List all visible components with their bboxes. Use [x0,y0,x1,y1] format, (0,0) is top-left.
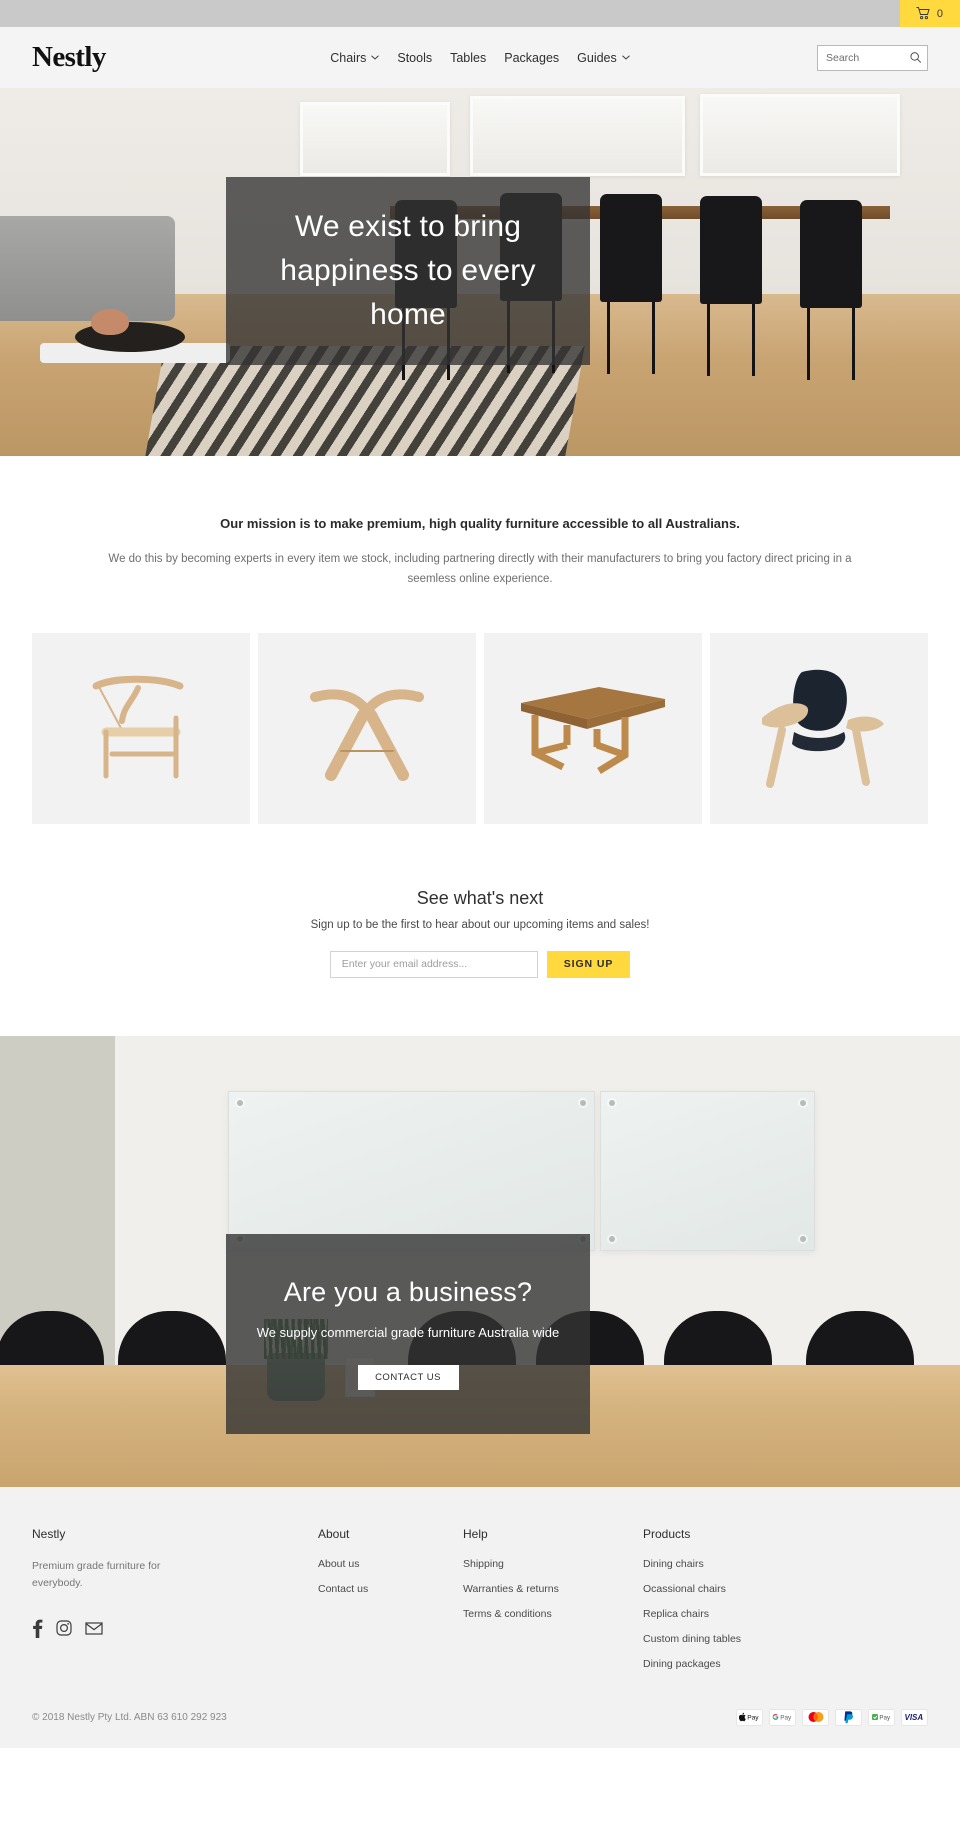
social-links [32,1619,318,1643]
visa-icon: VISA [901,1708,928,1726]
footer-brand-title: Nestly [32,1526,66,1541]
nav-item-stools[interactable]: Stools [397,51,432,65]
payment-methods: Pay Pay Pay VISA [736,1708,928,1726]
footer-column-products: Products Dining chairs Ocassional chairs… [643,1527,823,1683]
business-subtitle: We supply commercial grade furniture Aus… [256,1324,560,1340]
chevron-down-icon [371,55,380,60]
tile-dining-table[interactable] [484,632,702,824]
footer-bottom-bar: © 2018 Nestly Pty Ltd. ABN 63 610 292 92… [0,1682,960,1748]
contact-us-button[interactable]: CONTACT US [357,1364,459,1391]
mission-heading: Our mission is to make premium, high qua… [220,516,740,531]
apple-pay-icon: Pay [736,1708,763,1726]
newsletter-title: See what's next [416,887,544,908]
footer-link-custom-dining-tables[interactable]: Custom dining tables [643,1633,823,1645]
footer-link-terms-conditions[interactable]: Terms & conditions [463,1608,643,1620]
svg-text:VISA: VISA [904,1713,923,1722]
email-input[interactable] [329,950,538,978]
svg-text:Pay: Pay [780,1715,792,1722]
footer-link-dining-chairs[interactable]: Dining chairs [643,1558,823,1570]
cart-count: 0 [936,7,943,20]
search-box[interactable] [817,44,928,71]
footer-link-warranties-returns[interactable]: Warranties & returns [463,1583,643,1595]
footer-link-replica-chairs[interactable]: Replica chairs [643,1608,823,1620]
footer-link-about-us[interactable]: About us [318,1558,463,1570]
footer-link-ocassional-chairs[interactable]: Ocassional chairs [643,1583,823,1595]
footer-column-help: Help Shipping Warranties & returns Terms… [463,1527,643,1683]
shopping-cart-icon [916,7,930,20]
category-tiles [0,590,960,824]
site-header: Nestly Chairs Stools Tables Packages Gui… [0,27,960,88]
cart-button[interactable]: 0 [899,0,960,27]
nav-label: Chairs [330,50,367,65]
newsletter-subtitle: Sign up to be the first to hear about ou… [310,918,650,931]
footer-column-heading: Help [463,1526,488,1541]
footer-brand-column: Nestly Premium grade furniture for every… [32,1527,318,1683]
footer-brand-description: Premium grade furniture for everybody. [32,1559,161,1589]
business-section: Are you a business? We supply commercial… [0,1035,960,1487]
footer-link-shipping[interactable]: Shipping [463,1558,643,1570]
footer-link-dining-packages[interactable]: Dining packages [643,1658,823,1670]
footer-link-contact-us[interactable]: Contact us [318,1583,463,1595]
copyright-text: © 2018 Nestly Pty Ltd. ABN 63 610 292 92… [32,1711,227,1723]
signup-button[interactable]: SIGN UP [546,950,631,978]
nav-label: Guides [577,50,617,65]
business-overlay: Are you a business? We supply commercial… [226,1233,590,1434]
nav-label: Packages [504,50,560,65]
newsletter-section: See what's next Sign up to be the first … [0,823,960,1036]
svg-text:Pay: Pay [879,1714,891,1721]
main-navigation: Chairs Stools Tables Packages Guides [0,51,960,65]
search-icon[interactable] [910,51,921,64]
nav-label: Tables [450,50,487,65]
newsletter-form: SIGN UP [0,950,960,978]
tile-shell-chair[interactable] [710,632,928,824]
mastercard-icon [802,1708,829,1726]
mission-body: We do this by becoming experts in every … [108,553,852,585]
nav-item-guides[interactable]: Guides [577,51,630,65]
tile-butterfly-stool[interactable] [258,632,476,824]
nav-item-packages[interactable]: Packages [504,51,559,65]
nav-label: Stools [397,50,433,65]
google-pay-icon: Pay [769,1708,796,1726]
nav-item-tables[interactable]: Tables [450,51,486,65]
email-icon[interactable] [85,1621,103,1640]
instagram-icon[interactable] [56,1620,72,1641]
paypal-icon [835,1708,862,1726]
search-input[interactable] [826,51,910,64]
tile-wishbone-chair[interactable] [32,632,250,824]
chevron-down-icon [621,55,630,60]
hero-section: We exist to bring happiness to every hom… [0,88,960,456]
mission-section: Our mission is to make premium, high qua… [0,456,960,590]
nav-item-chairs[interactable]: Chairs [330,50,380,65]
hero-overlay: We exist to bring happiness to every hom… [226,177,590,365]
hero-title: We exist to bring happiness to every hom… [280,210,536,331]
site-footer: Nestly Premium grade furniture for every… [0,1486,960,1683]
site-logo[interactable]: Nestly [32,43,106,72]
afterpay-icon: Pay [868,1708,895,1726]
announcement-bar: 0 [0,0,960,27]
footer-column-heading: Products [643,1526,691,1541]
facebook-icon[interactable] [32,1619,43,1643]
svg-text:Pay: Pay [747,1715,759,1722]
footer-column-about: About About us Contact us [318,1527,463,1683]
business-title: Are you a business? [283,1276,533,1307]
footer-column-heading: About [318,1526,350,1541]
